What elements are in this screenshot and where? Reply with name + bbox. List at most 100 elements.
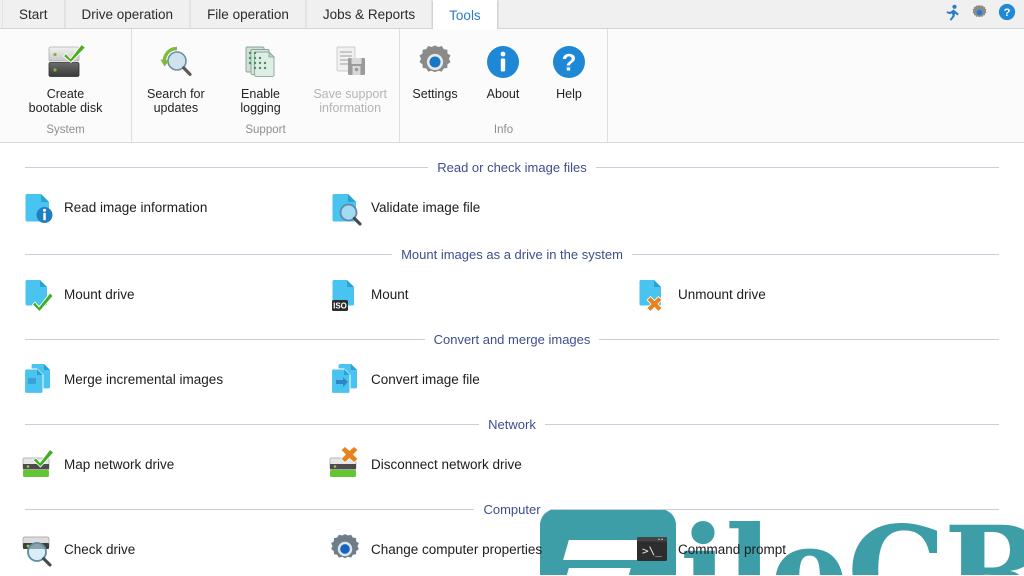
section-row-network: Map network drive Disconnect network dri… <box>0 444 1024 484</box>
help-icon[interactable]: ? <box>998 3 1016 26</box>
disconnect-network-drive-label: Disconnect network drive <box>371 456 522 472</box>
read-image-information-label: Read image information <box>64 199 208 215</box>
settings-gear-icon <box>416 41 454 83</box>
merge-images-icon <box>18 359 58 399</box>
runner-icon[interactable] <box>944 4 961 26</box>
about-button[interactable]: About <box>470 35 536 101</box>
validate-image-file-label: Validate image file <box>371 199 481 215</box>
tab-tools[interactable]: Tools <box>432 0 498 29</box>
ribbon-group-system-label: System <box>46 124 85 136</box>
computer-properties-icon <box>325 529 365 569</box>
section-header-network: Network <box>25 416 999 432</box>
section-row-read-check: Read image information Validate image fi… <box>0 187 1024 227</box>
map-network-drive-icon <box>18 444 58 484</box>
about-label: About <box>486 87 520 101</box>
mount-drive-label: Mount drive <box>64 286 135 302</box>
mount-item[interactable]: ISO Mount <box>325 274 632 314</box>
change-computer-properties-item[interactable]: Change computer properties <box>325 529 632 569</box>
help-button[interactable]: ? Help <box>536 35 602 101</box>
merge-incremental-images-item[interactable]: Merge incremental images <box>18 359 325 399</box>
section-row-mount: Mount drive ISO Mount Unmount drive <box>0 274 1024 314</box>
command-prompt-label: Command prompt <box>678 541 787 557</box>
titlebar-icon-group: ? <box>944 0 1016 29</box>
validate-image-icon <box>325 187 365 227</box>
read-image-information-item[interactable]: Read image information <box>18 187 325 227</box>
check-drive-item[interactable]: Check drive <box>18 529 325 569</box>
section-title-computer: Computer <box>483 501 541 517</box>
section-header-mount: Mount images as a drive in the system <box>25 246 1000 262</box>
section-divider-left <box>25 338 425 340</box>
section-divider-right <box>631 253 1000 255</box>
section-title-convert: Convert and merge images <box>433 331 591 347</box>
section-divider-right <box>599 338 999 340</box>
ribbon-group-info: Settings About ? Help Info <box>400 29 608 142</box>
command-prompt-item[interactable]: >\_ Command prompt <box>632 529 939 569</box>
convert-image-file-item[interactable]: Convert image file <box>325 359 632 399</box>
save-support-information-label: Save support information <box>313 87 388 115</box>
section-divider-left <box>25 423 480 425</box>
about-info-icon <box>485 41 521 83</box>
mount-drive-item[interactable]: Mount drive <box>18 274 325 314</box>
logo-bar-2 <box>563 568 631 575</box>
map-network-drive-label: Map network drive <box>64 456 175 472</box>
section-header-convert: Convert and merge images <box>25 331 999 347</box>
map-network-drive-item[interactable]: Map network drive <box>18 444 325 484</box>
tools-content-area: ileCR Read or check image files Read ima… <box>0 143 1024 575</box>
section-title-read-check: Read or check image files <box>437 159 587 175</box>
gear-icon[interactable] <box>971 4 988 26</box>
section-divider-left <box>25 166 429 168</box>
section-divider-right <box>544 423 999 425</box>
section-row-convert: Merge incremental images Convert image f… <box>0 359 1024 399</box>
enable-logging-label: Enable logging <box>240 87 281 115</box>
convert-image-icon <box>325 359 365 399</box>
create-bootable-disk-button[interactable]: Create bootable disk <box>0 35 131 115</box>
unmount-drive-label: Unmount drive <box>678 286 766 302</box>
image-info-icon <box>18 187 58 227</box>
ribbon-tab-bar: Start Drive operation File operation Job… <box>0 0 1024 29</box>
create-bootable-disk-label: Create bootable disk <box>28 87 103 115</box>
convert-image-file-label: Convert image file <box>371 371 480 387</box>
ribbon-group-info-label: Info <box>493 124 514 136</box>
search-updates-icon <box>156 41 196 83</box>
section-divider-left <box>25 508 475 510</box>
disconnect-network-drive-icon <box>325 444 365 484</box>
help-label: Help <box>556 87 582 101</box>
check-drive-icon <box>18 529 58 569</box>
svg-text:>\_: >\_ <box>642 545 662 558</box>
mount-drive-icon <box>18 274 58 314</box>
section-header-computer: Computer <box>25 501 1000 517</box>
svg-text:?: ? <box>562 50 577 77</box>
help-question-icon: ? <box>551 41 587 83</box>
tab-drive-operation[interactable]: Drive operation <box>64 0 191 28</box>
unmount-drive-icon <box>632 274 672 314</box>
unmount-drive-item[interactable]: Unmount drive <box>632 274 939 314</box>
section-header-read-check: Read or check image files <box>25 159 1000 175</box>
search-for-updates-button[interactable]: Search for updates <box>132 35 220 115</box>
settings-label: Settings <box>412 87 458 101</box>
svg-text:ISO: ISO <box>333 302 347 311</box>
section-row-computer: Check drive Change computer properties >… <box>0 529 1024 569</box>
settings-button[interactable]: Settings <box>400 35 470 101</box>
tab-file-operation[interactable]: File operation <box>190 0 306 28</box>
section-title-network: Network <box>488 416 536 432</box>
ribbon-group-support-label: Support <box>245 124 286 136</box>
enable-logging-button[interactable]: Enable logging <box>220 35 302 115</box>
disconnect-network-drive-item[interactable]: Disconnect network drive <box>325 444 632 484</box>
validate-image-file-item[interactable]: Validate image file <box>325 187 632 227</box>
command-prompt-icon: >\_ <box>632 529 672 569</box>
change-computer-properties-label: Change computer properties <box>371 541 543 557</box>
tab-jobs-reports[interactable]: Jobs & Reports <box>305 0 433 28</box>
tools-sections: Read or check image files Read image inf… <box>0 143 1024 569</box>
save-support-icon <box>330 41 370 83</box>
mount-label: Mount <box>371 286 409 302</box>
save-support-information-button[interactable]: Save support information <box>301 35 399 115</box>
check-drive-label: Check drive <box>64 541 136 557</box>
mount-iso-icon: ISO <box>325 274 365 314</box>
ribbon-group-system: Create bootable disk System <box>0 29 132 142</box>
ribbon-filler <box>608 29 1024 142</box>
merge-incremental-images-label: Merge incremental images <box>64 371 224 387</box>
ribbon-group-support: Search for updates Enable logging Save s… <box>132 29 400 142</box>
section-divider-right <box>549 508 1000 510</box>
tab-start[interactable]: Start <box>2 0 65 28</box>
search-for-updates-label: Search for updates <box>147 87 205 115</box>
